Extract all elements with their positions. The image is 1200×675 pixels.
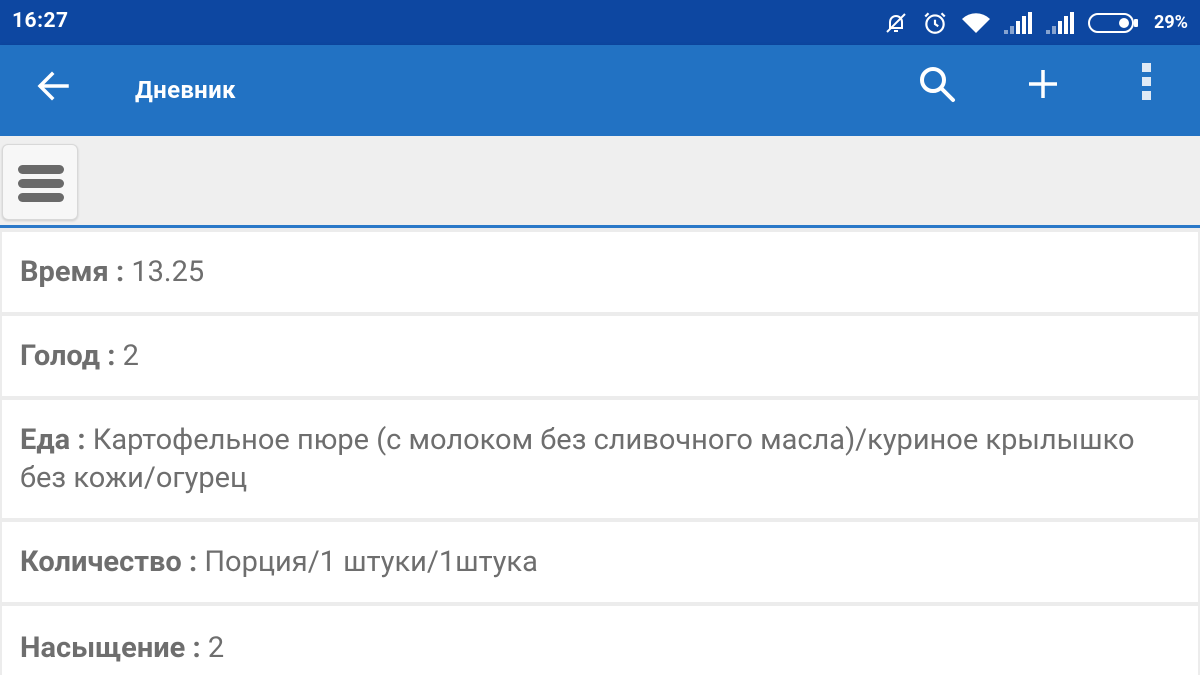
more-options-button[interactable] [1133, 59, 1163, 105]
back-button[interactable] [30, 63, 76, 109]
search-button[interactable] [914, 61, 960, 107]
arrow-left-icon [37, 71, 69, 101]
entry-label: Количество : [20, 545, 205, 579]
entry-text: Еда : Картофельное пюре (с молоком без с… [20, 421, 1180, 497]
list-item[interactable]: Голод : 2 [2, 316, 1198, 396]
battery-icon [1088, 12, 1140, 34]
page-title: Дневник [135, 76, 236, 104]
add-button[interactable] [1020, 61, 1066, 107]
entry-label: Еда : [20, 423, 93, 457]
menu-button[interactable] [2, 144, 78, 220]
entry-text: Насыщение : 2 [20, 629, 224, 667]
search-icon [920, 67, 955, 102]
plus-icon [1029, 70, 1057, 98]
status-bar: 16:27 29% [0, 0, 1200, 45]
entry-text: Время : 13.25 [20, 253, 204, 291]
alarm-clock-icon [922, 10, 948, 36]
wifi-icon [962, 11, 991, 35]
list-item[interactable]: Насыщение : 2 [2, 606, 1198, 675]
entry-value: Порция/1 штуки/1штука [204, 545, 538, 579]
entry-label: Время : [20, 255, 132, 289]
hamburger-menu-icon [18, 165, 64, 202]
entry-value: 13.25 [131, 255, 205, 289]
list-item[interactable]: Время : 13.25 [2, 232, 1198, 312]
list-item[interactable]: Количество : Порция/1 штуки/1штука [2, 522, 1198, 602]
entry-value: 2 [207, 631, 225, 665]
signal-icon [1004, 11, 1033, 34]
battery-percent: 29% [1154, 12, 1188, 33]
secondary-toolbar [0, 136, 1200, 228]
signal-icon [1046, 11, 1075, 34]
list-item[interactable]: Еда : Картофельное пюре (с молоком без с… [2, 400, 1198, 518]
status-icons: 29% [884, 0, 1188, 45]
entry-text: Голод : 2 [20, 337, 139, 375]
entry-value: Картофельное пюре (с молоком без сливочн… [20, 423, 1135, 495]
entry-text: Количество : Порция/1 штуки/1штука [20, 543, 538, 581]
entry-value: 2 [122, 339, 139, 373]
status-time: 16:27 [12, 9, 69, 33]
alarm-off-icon [884, 11, 908, 35]
entry-label: Голод : [20, 339, 123, 373]
entry-label: Насыщение : [20, 631, 208, 665]
app-bar: Дневник [0, 45, 1200, 136]
more-vertical-icon [1142, 63, 1151, 100]
